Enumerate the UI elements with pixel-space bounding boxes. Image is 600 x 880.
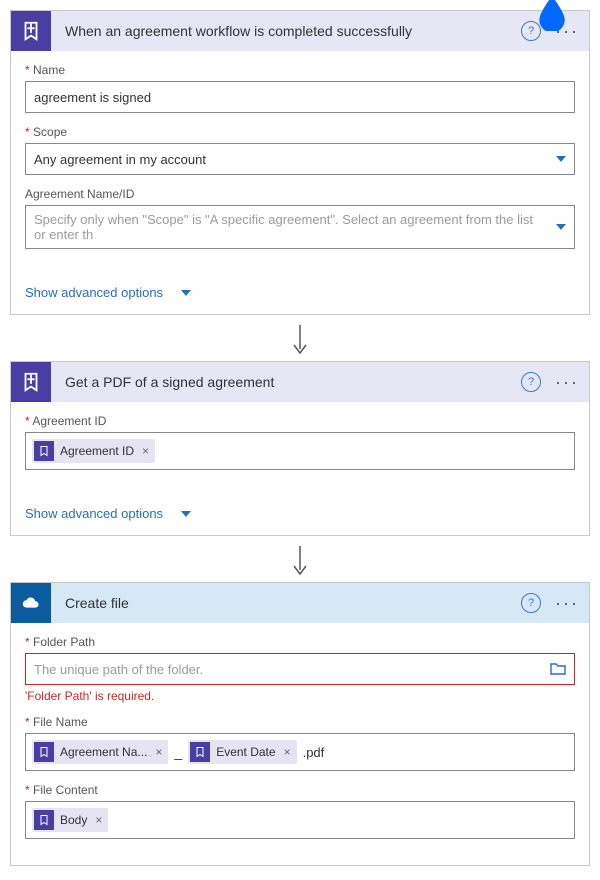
token-agreement-name[interactable]: Agreement Na... × — [32, 740, 168, 764]
flow-arrow — [10, 540, 590, 582]
remove-token-icon[interactable]: × — [284, 745, 291, 759]
folder-path-input[interactable]: The unique path of the folder. — [25, 653, 575, 685]
card-header[interactable]: Create file ? ··· — [11, 583, 589, 623]
show-advanced-link[interactable]: Show advanced options — [11, 275, 589, 314]
adobe-sign-icon — [34, 810, 54, 830]
get-pdf-card: Get a PDF of a signed agreement ? ··· Ag… — [10, 361, 590, 536]
separator-text: _ — [172, 744, 184, 760]
remove-token-icon[interactable]: × — [95, 813, 102, 827]
adobe-sign-icon — [11, 362, 51, 402]
show-advanced-link[interactable]: Show advanced options — [11, 496, 589, 535]
adobe-sign-icon — [11, 11, 51, 51]
flow-arrow — [10, 319, 590, 361]
file-name-input[interactable]: Agreement Na... × _ Event Date × .pdf — [25, 733, 575, 771]
card-body: Name agreement is signed Scope Any agree… — [11, 51, 589, 275]
token-agreement-id[interactable]: Agreement ID × — [32, 439, 155, 463]
onedrive-icon — [11, 583, 51, 623]
help-icon[interactable]: ? — [521, 372, 541, 392]
file-name-field: File Name Agreement Na... × _ Event Date… — [25, 715, 575, 771]
name-input[interactable]: agreement is signed — [25, 81, 575, 113]
agreement-id-field: Agreement Name/ID Specify only when "Sco… — [25, 187, 575, 249]
card-title: Get a PDF of a signed agreement — [51, 374, 521, 390]
help-icon[interactable]: ? — [521, 593, 541, 613]
name-label: Name — [25, 63, 575, 77]
file-content-label: File Content — [25, 783, 575, 797]
folder-path-label: Folder Path — [25, 635, 575, 649]
trigger-card: When an agreement workflow is completed … — [10, 10, 590, 315]
card-title: Create file — [51, 595, 521, 611]
more-icon[interactable]: ··· — [555, 373, 579, 391]
folder-path-error: 'Folder Path' is required. — [25, 689, 575, 703]
file-content-input[interactable]: Body × — [25, 801, 575, 839]
card-body: Folder Path The unique path of the folde… — [11, 623, 589, 865]
card-header[interactable]: When an agreement workflow is completed … — [11, 11, 589, 51]
adobe-sign-icon — [34, 742, 54, 762]
chevron-down-icon — [556, 224, 566, 230]
folder-path-field: Folder Path The unique path of the folde… — [25, 635, 575, 703]
agreement-id-select[interactable]: Specify only when "Scope" is "A specific… — [25, 205, 575, 249]
card-title: When an agreement workflow is completed … — [51, 23, 521, 39]
folder-picker-icon[interactable] — [550, 661, 566, 678]
card-body: Agreement ID Agreement ID × — [11, 402, 589, 496]
file-content-field: File Content Body × — [25, 783, 575, 839]
scope-label: Scope — [25, 125, 575, 139]
name-field: Name agreement is signed — [25, 63, 575, 113]
agreement-id-label: Agreement ID — [25, 414, 575, 428]
agreement-id-label: Agreement Name/ID — [25, 187, 575, 201]
card-header[interactable]: Get a PDF of a signed agreement ? ··· — [11, 362, 589, 402]
chevron-down-icon — [556, 156, 566, 162]
file-name-label: File Name — [25, 715, 575, 729]
chevron-down-icon — [181, 290, 191, 296]
remove-token-icon[interactable]: × — [155, 745, 162, 759]
agreement-id-field: Agreement ID Agreement ID × — [25, 414, 575, 470]
agreement-id-input[interactable]: Agreement ID × — [25, 432, 575, 470]
chevron-down-icon — [181, 511, 191, 517]
scope-select[interactable]: Any agreement in my account — [25, 143, 575, 175]
droplet-icon — [533, 0, 571, 31]
adobe-sign-icon — [190, 742, 210, 762]
scope-field: Scope Any agreement in my account — [25, 125, 575, 175]
token-event-date[interactable]: Event Date × — [188, 740, 296, 764]
create-file-card: Create file ? ··· Folder Path The unique… — [10, 582, 590, 866]
remove-token-icon[interactable]: × — [142, 444, 149, 458]
token-body[interactable]: Body × — [32, 808, 108, 832]
adobe-sign-icon — [34, 441, 54, 461]
file-extension-text: .pdf — [301, 745, 327, 760]
more-icon[interactable]: ··· — [555, 594, 579, 612]
